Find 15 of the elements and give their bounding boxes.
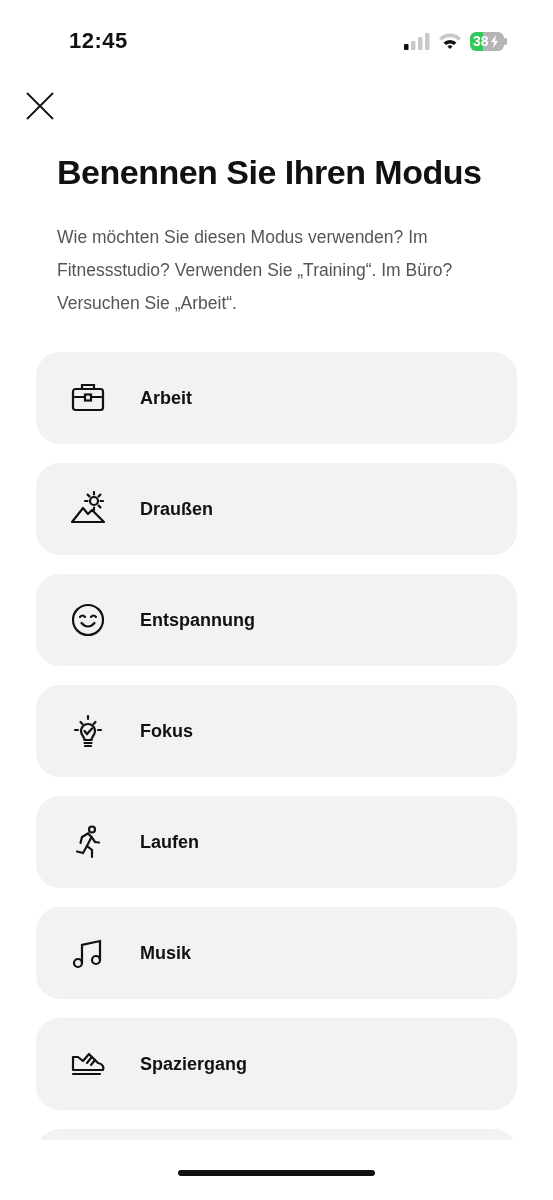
- mode-option[interactable]: Spaziergang: [36, 1018, 517, 1110]
- clock-time: 12:45: [69, 28, 129, 54]
- signal-icon: [404, 32, 430, 50]
- mode-option[interactable]: Laufen: [36, 796, 517, 888]
- description-text: Wie möchten Sie diesen Modus verwenden? Im Fitnessstudio? Verwenden Sie „Training“. Im Büro? Versuchen Sie „Arbeit“.: [57, 226, 454, 315]
- wifi-icon: [438, 32, 462, 50]
- close-icon: [25, 91, 55, 121]
- page-title: Benennen Sie Ihren Modus: [57, 152, 483, 193]
- mode-option[interactable]: Entspannung: [36, 574, 517, 666]
- mode-option[interactable]: Musik: [36, 907, 517, 999]
- mode-option[interactable]: Fokus: [36, 685, 517, 777]
- smiley-icon: [70, 602, 106, 638]
- mode-option[interactable]: Draußen: [36, 463, 517, 555]
- close-button[interactable]: [25, 91, 55, 121]
- mode-option[interactable]: Arbeit: [36, 352, 517, 444]
